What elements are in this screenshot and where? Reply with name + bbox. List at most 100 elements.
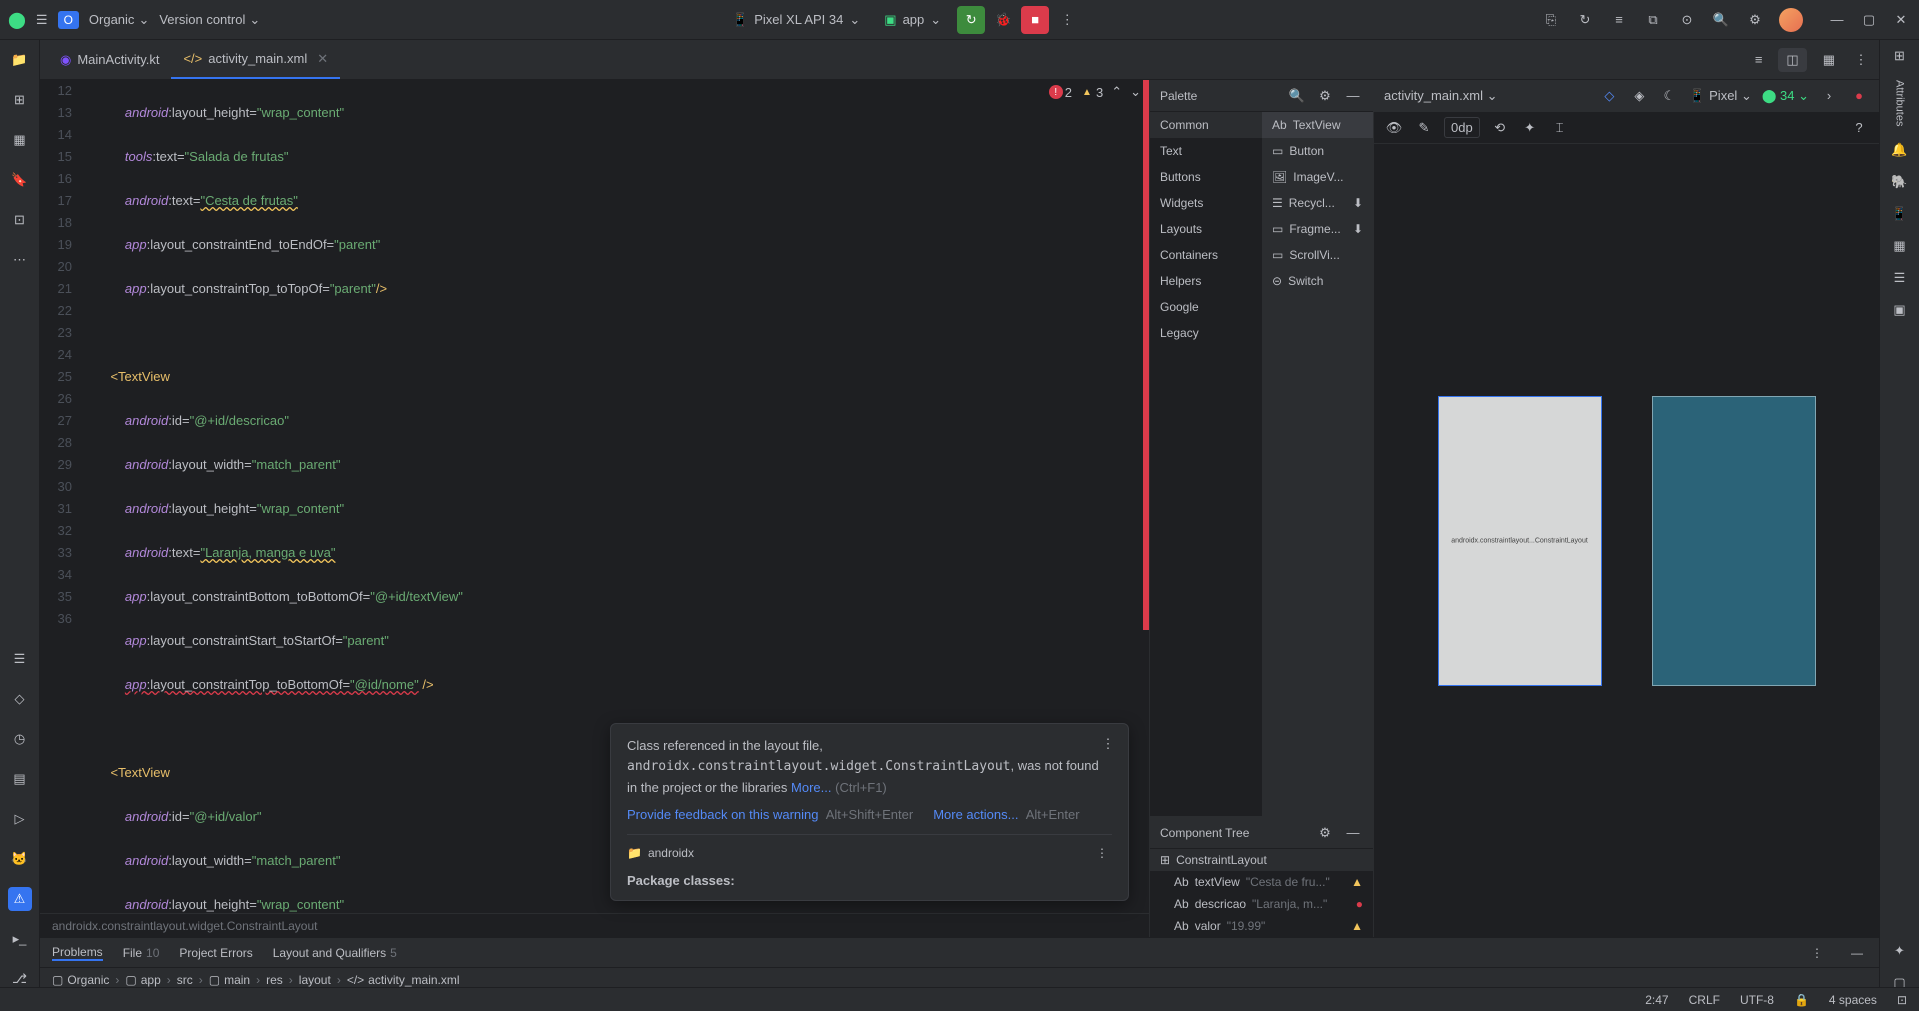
palette-item-switch[interactable]: ⊝Switch <box>1262 268 1373 294</box>
problems-options-icon[interactable]: ⋮ <box>1807 943 1827 963</box>
problems-tab[interactable]: Problems <box>52 945 103 961</box>
sync-icon[interactable]: ≡ <box>1609 10 1629 30</box>
blueprint-icon[interactable]: ◈ <box>1629 86 1649 106</box>
design-preview[interactable]: androidx.constraintlayout...ConstraintLa… <box>1438 396 1602 686</box>
project-tool-icon[interactable]: 📁 <box>8 48 32 72</box>
palette-cat-widgets[interactable]: Widgets <box>1150 190 1262 216</box>
guideline-icon[interactable]: ⌶ <box>1550 118 1570 138</box>
bookmarks-tool-icon[interactable]: 🔖 <box>8 168 32 192</box>
popup-menu-button[interactable]: ⋮ <box>1098 734 1118 754</box>
ai-icon[interactable]: ✦ <box>1894 943 1905 959</box>
design-mode-icon[interactable]: ◇ <box>1599 86 1619 106</box>
margin-dropdown[interactable]: 0dp <box>1444 117 1480 138</box>
reload-icon[interactable]: ↻ <box>1575 10 1595 30</box>
tree-row-root[interactable]: ⊞ConstraintLayout <box>1150 849 1373 871</box>
nav-src[interactable]: src <box>177 973 193 987</box>
code-view-button[interactable]: ≡ <box>1747 48 1771 71</box>
palette-cat-buttons[interactable]: Buttons <box>1150 164 1262 190</box>
build-tool-icon[interactable]: ⊡ <box>8 208 32 232</box>
nav-main[interactable]: ▢ main <box>209 973 250 987</box>
search-icon[interactable]: 🔍 <box>1711 10 1731 30</box>
up-button[interactable]: ⌃ <box>1111 84 1122 100</box>
settings-icon[interactable]: ⚙ <box>1745 10 1765 30</box>
palette-cat-legacy[interactable]: Legacy <box>1150 320 1262 346</box>
logcat-tool-icon[interactable]: 🐱 <box>8 847 32 871</box>
notifications-icon[interactable]: 🔔 <box>1891 142 1907 158</box>
tree-row-valor[interactable]: Abvalor "19.99"▲ <box>1150 915 1373 937</box>
palette-item-button[interactable]: ▭Button <box>1262 138 1373 164</box>
more-actions-button[interactable]: ⋮ <box>1057 10 1077 30</box>
project-errors-tab[interactable]: Project Errors <box>179 946 252 960</box>
wand-icon[interactable]: ✎ <box>1414 118 1434 138</box>
gradle-icon[interactable]: 🐘 <box>1891 174 1907 190</box>
resource-tool-icon[interactable]: ▦ <box>8 128 32 152</box>
align-icon[interactable]: ✦ <box>1520 118 1540 138</box>
device-explorer-icon[interactable]: ▦ <box>1893 238 1905 254</box>
problems-tool-icon[interactable]: ⚠ <box>8 887 32 911</box>
palette-item-scrollview[interactable]: ▭ScrollVi... <box>1262 242 1373 268</box>
file-dropdown[interactable]: activity_main.xml ⌄ <box>1384 88 1497 104</box>
palette-cat-google[interactable]: Google <box>1150 294 1262 320</box>
avatar[interactable] <box>1779 8 1803 32</box>
palette-cat-common[interactable]: Common <box>1150 112 1262 138</box>
down-button[interactable]: ⌄ <box>1130 84 1141 100</box>
device-tool-icon[interactable]: ▤ <box>8 767 32 791</box>
run-tool-icon[interactable]: ▷ <box>8 807 32 831</box>
device-selector[interactable]: 📱Pixel XL API 34 ⌄ <box>724 8 868 32</box>
breadcrumb-bar[interactable]: androidx.constraintlayout.widget.Constra… <box>40 913 1149 937</box>
terminal-tool-icon[interactable]: ▸_ <box>8 927 32 951</box>
run-config-selector[interactable]: ▣app ⌄ <box>876 8 949 32</box>
tree-settings-icon[interactable]: ⚙ <box>1315 823 1335 843</box>
database-icon[interactable]: ☰ <box>1894 270 1906 286</box>
structure-tool-icon[interactable]: ⊞ <box>8 88 32 112</box>
eye-icon[interactable]: 👁 <box>1384 118 1404 138</box>
tab-activity-main-xml[interactable]: </> activity_main.xml ✕ <box>171 40 340 79</box>
nav-organic[interactable]: ▢ Organic <box>52 973 109 987</box>
code-with-me-icon[interactable]: ⎘ <box>1541 10 1561 30</box>
popup-menu2-button[interactable]: ⋮ <box>1092 843 1112 863</box>
tab-main-activity[interactable]: ◉ MainActivity.kt <box>48 40 171 79</box>
emulator-icon[interactable]: 📱 <box>1891 206 1907 222</box>
stop-button[interactable]: ■ <box>1021 6 1049 34</box>
main-menu-button[interactable]: ☰ <box>36 12 48 28</box>
design-view-button[interactable]: ▦ <box>1815 48 1843 72</box>
chain-icon[interactable]: ⟲ <box>1490 118 1510 138</box>
project-dropdown[interactable]: Organic ⌄ <box>89 12 149 28</box>
more-tool-icon[interactable]: ⋯ <box>8 248 32 272</box>
design-error-icon[interactable]: ● <box>1849 86 1869 106</box>
favorites-tool-icon[interactable]: ◇ <box>8 687 32 711</box>
cursor-position[interactable]: 2:47 <box>1645 993 1668 1007</box>
maximize-button[interactable]: ▢ <box>1859 10 1879 30</box>
tree-minimize-icon[interactable]: — <box>1343 823 1363 843</box>
profiler-tool-icon[interactable]: ◷ <box>8 727 32 751</box>
todo-tool-icon[interactable]: ☰ <box>8 647 32 671</box>
run-button[interactable]: ↻ <box>957 6 985 34</box>
readonly-icon[interactable]: 🔒 <box>1794 993 1809 1007</box>
indent[interactable]: 4 spaces <box>1829 993 1877 1007</box>
more-actions-link[interactable]: More actions... <box>933 807 1018 822</box>
nav-file[interactable]: </> activity_main.xml <box>347 973 460 987</box>
attributes-tool[interactable]: Attributes <box>1894 80 1906 126</box>
api-dropdown[interactable]: ⬤ 34 ⌄ <box>1762 88 1809 104</box>
nav-app[interactable]: ▢ app <box>125 973 160 987</box>
minimize-button[interactable]: — <box>1827 10 1847 30</box>
file-tab[interactable]: File 10 <box>123 946 160 960</box>
palette-item-imageview[interactable]: 🖼ImageV... <box>1262 164 1373 190</box>
debug-button[interactable]: 🐞 <box>993 10 1013 30</box>
app-inspection-icon[interactable]: ▣ <box>1893 302 1905 318</box>
palette-item-fragment[interactable]: ▭Fragme...⬇ <box>1262 216 1373 242</box>
feedback-link[interactable]: Provide feedback on this warning <box>627 807 819 822</box>
palette-minimize-icon[interactable]: — <box>1343 86 1363 106</box>
profiler-icon[interactable]: ⧉ <box>1643 10 1663 30</box>
heap-icon[interactable]: ⊙ <box>1677 10 1697 30</box>
palette-item-textview[interactable]: AbTextView <box>1262 112 1373 138</box>
palette-cat-text[interactable]: Text <box>1150 138 1262 164</box>
vcs-dropdown[interactable]: Version control ⌄ <box>159 12 260 28</box>
memory-icon[interactable]: ⊡ <box>1897 993 1907 1007</box>
layout-tab[interactable]: Layout and Qualifiers 5 <box>273 946 397 960</box>
encoding[interactable]: UTF-8 <box>1740 993 1774 1007</box>
device-dropdown[interactable]: 📱 Pixel ⌄ <box>1689 88 1752 104</box>
line-ending[interactable]: CRLF <box>1689 993 1720 1007</box>
more-link[interactable]: More... <box>791 780 831 795</box>
problems-minimize-icon[interactable]: — <box>1847 943 1867 963</box>
